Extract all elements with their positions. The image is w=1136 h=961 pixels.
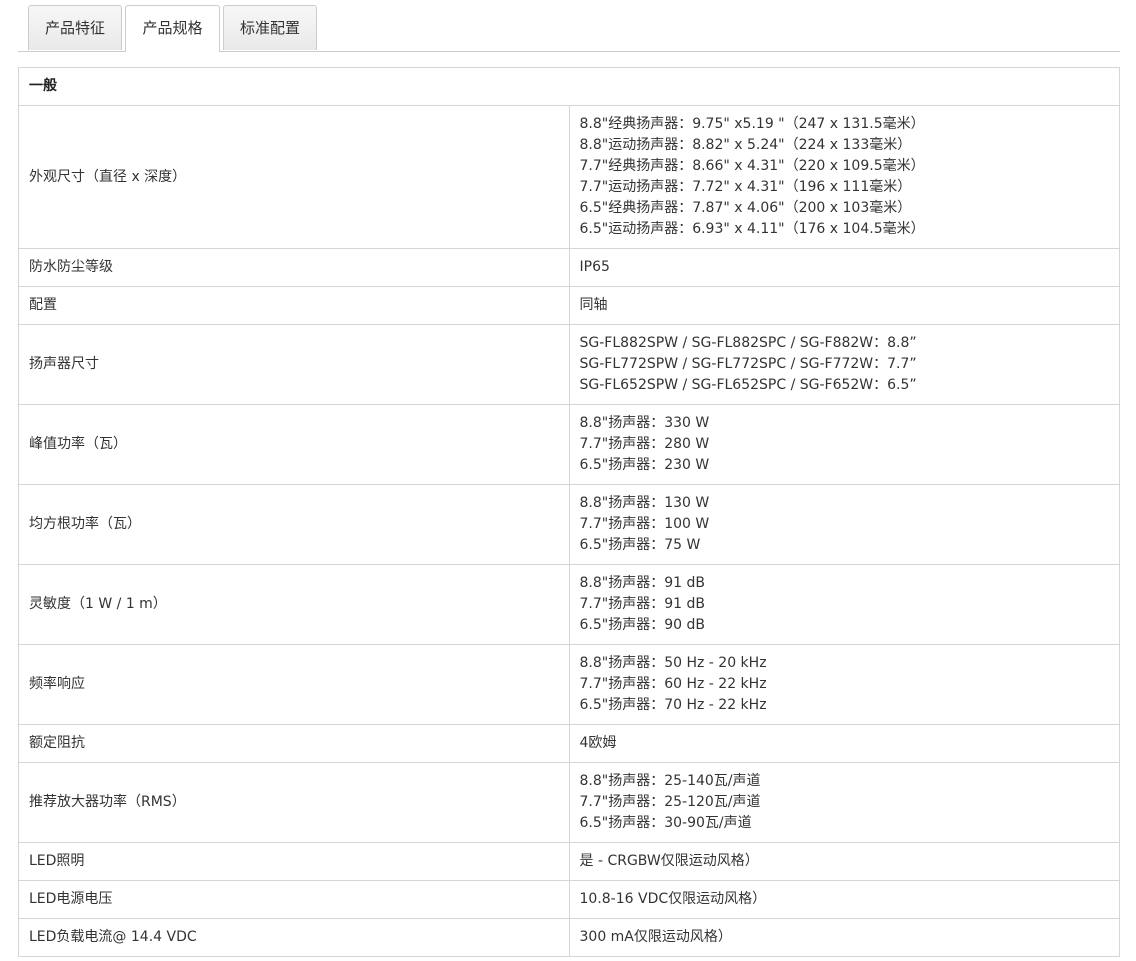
spec-value: 4欧姆 [568, 724, 1120, 763]
spec-value: 同轴 [568, 286, 1120, 325]
spec-row: 配置 同轴 [18, 286, 1120, 325]
spec-value-line: 8.8"运动扬声器：8.82" x 5.24"（224 x 133毫米） [579, 137, 912, 153]
tab-product-specs[interactable]: 产品规格 [125, 5, 220, 52]
spec-label: LED照明 [18, 842, 570, 881]
spec-value: 8.8"扬声器：91 dB 7.7"扬声器：91 dB 6.5"扬声器：90 dB [568, 564, 1120, 645]
spec-value-line: 8.8"扬声器：91 dB [579, 575, 705, 591]
spec-label: 外观尺寸（直径 x 深度） [18, 105, 570, 249]
spec-row: LED电源电压 10.8-16 VDC仅限运动风格） [18, 880, 1120, 919]
spec-value-line: 300 mA仅限运动风格） [579, 929, 732, 945]
spec-row: 扬声器尺寸 SG-FL882SPW / SG-FL882SPC / SG-F882… [18, 324, 1120, 405]
spec-value: IP65 [568, 248, 1120, 287]
spec-label: LED电源电压 [18, 880, 570, 919]
spec-value-line: 8.8"扬声器：130 W [579, 495, 710, 511]
spec-label: 峰值功率（瓦） [18, 404, 570, 485]
spec-row: 频率响应 8.8"扬声器：50 Hz - 20 kHz 7.7"扬声器：60 Hz … [18, 644, 1120, 725]
spec-value-line: 8.8"经典扬声器：9.75" x5.19 "（247 x 131.5毫米） [579, 116, 925, 132]
spec-row: 防水防尘等级 IP65 [18, 248, 1120, 287]
spec-value: 是 - CRGBW仅限运动风格） [568, 842, 1120, 881]
spec-value: 10.8-16 VDC仅限运动风格） [568, 880, 1120, 919]
section-header: 一般 [18, 67, 1120, 106]
spec-value-line: 8.8"扬声器：330 W [579, 415, 710, 431]
spec-value-line: 6.5"经典扬声器：7.87" x 4.06"（200 x 103毫米） [579, 200, 912, 216]
spec-label: 灵敏度（1 W / 1 m） [18, 564, 570, 645]
tab-standard-config[interactable]: 标准配置 [223, 5, 317, 50]
spec-value-line: 7.7"运动扬声器：7.72" x 4.31"（196 x 111毫米） [579, 179, 912, 195]
spec-value: 8.8"扬声器：330 W 7.7"扬声器：280 W 6.5"扬声器：230 W [568, 404, 1120, 485]
spec-value-line: IP65 [579, 259, 610, 275]
spec-label: 均方根功率（瓦） [18, 484, 570, 565]
spec-row: 峰值功率（瓦） 8.8"扬声器：330 W 7.7"扬声器：280 W 6.5"扬声器… [18, 404, 1120, 485]
tab-product-features[interactable]: 产品特征 [28, 5, 122, 50]
spec-value-line: 6.5"扬声器：230 W [579, 457, 710, 473]
spec-value-line: 7.7"扬声器：60 Hz - 22 kHz [579, 676, 767, 692]
spec-row: LED照明是 - CRGBW仅限运动风格） [18, 842, 1120, 881]
spec-label: 推荐放大器功率（RMS） [18, 762, 570, 843]
spec-value: 8.8"扬声器：50 Hz - 20 kHz 7.7"扬声器：60 Hz - 22… [568, 644, 1120, 725]
section-title: 一般 [18, 67, 1120, 106]
spec-label: 扬声器尺寸 [18, 324, 570, 405]
spec-value-line: 6.5"扬声器：30-90瓦/声道 [579, 815, 752, 831]
spec-value-line: SG-FL772SPW / SG-FL772SPC / SG-F772W：7.7… [579, 356, 917, 372]
tab-bar: 产品特征 产品规格 标准配置 [18, 0, 1120, 52]
spec-value-line: 7.7"扬声器：25-120瓦/声道 [579, 794, 761, 810]
spec-value-line: 是 - CRGBW仅限运动风格） [579, 853, 759, 869]
spec-value: 300 mA仅限运动风格） [568, 918, 1120, 957]
spec-row: 均方根功率（瓦） 8.8"扬声器：130 W 7.7"扬声器：100 W 6.5"扬声… [18, 484, 1120, 565]
spec-label: 额定阻抗 [18, 724, 570, 763]
spec-row: 灵敏度（1 W / 1 m） 8.8"扬声器：91 dB 7.7"扬声器：91 dB… [18, 564, 1120, 645]
spec-value-line: 7.7"扬声器：280 W [579, 436, 710, 452]
spec-value: 8.8"扬声器：130 W 7.7"扬声器：100 W 6.5"扬声器：75 W [568, 484, 1120, 565]
spec-value-line: 10.8-16 VDC仅限运动风格） [579, 891, 767, 907]
spec-value-line: SG-FL882SPW / SG-FL882SPC / SG-F882W：8.8… [579, 335, 917, 351]
spec-value-line: 8.8"扬声器：25-140瓦/声道 [579, 773, 761, 789]
spec-value-line: 6.5"扬声器：70 Hz - 22 kHz [579, 697, 767, 713]
spec-value-line: 6.5"扬声器：90 dB [579, 617, 705, 633]
spec-value: SG-FL882SPW / SG-FL882SPC / SG-F882W：8.8… [568, 324, 1120, 405]
spec-value-line: 7.7"扬声器：91 dB [579, 596, 705, 612]
spec-label: 频率响应 [18, 644, 570, 725]
spec-label: 防水防尘等级 [18, 248, 570, 287]
spec-row: 推荐放大器功率（RMS） 8.8"扬声器：25-140瓦/声道 7.7"扬声器：25… [18, 762, 1120, 843]
spec-row: 额定阻抗 4欧姆 [18, 724, 1120, 763]
spec-value: 8.8"经典扬声器：9.75" x5.19 "（247 x 131.5毫米） 8.… [568, 105, 1120, 249]
spec-label: 配置 [18, 286, 570, 325]
spec-value-line: SG-FL652SPW / SG-FL652SPC / SG-F652W：6.5… [579, 377, 917, 393]
spec-value: 8.8"扬声器：25-140瓦/声道 7.7"扬声器：25-120瓦/声道 6.5"… [568, 762, 1120, 843]
spec-label: LED负载电流@ 14.4 VDC [18, 918, 570, 957]
spec-value-line: 4欧姆 [579, 735, 617, 751]
spec-value-line: 7.7"扬声器：100 W [579, 516, 710, 532]
spec-table: 一般 外观尺寸（直径 x 深度） 8.8"经典扬声器：9.75" x5.19 "（… [18, 67, 1120, 957]
spec-row: 外观尺寸（直径 x 深度） 8.8"经典扬声器：9.75" x5.19 "（247… [18, 105, 1120, 249]
spec-value-line: 6.5"扬声器：75 W [579, 537, 701, 553]
spec-value-line: 6.5"运动扬声器：6.93" x 4.11"（176 x 104.5毫米） [579, 221, 925, 237]
spec-value-line: 8.8"扬声器：50 Hz - 20 kHz [579, 655, 767, 671]
spec-value-line: 同轴 [579, 297, 608, 313]
spec-row: LED负载电流@ 14.4 VDC 300 mA仅限运动风格） [18, 918, 1120, 957]
spec-value-line: 7.7"经典扬声器：8.66" x 4.31"（220 x 109.5毫米） [579, 158, 925, 174]
